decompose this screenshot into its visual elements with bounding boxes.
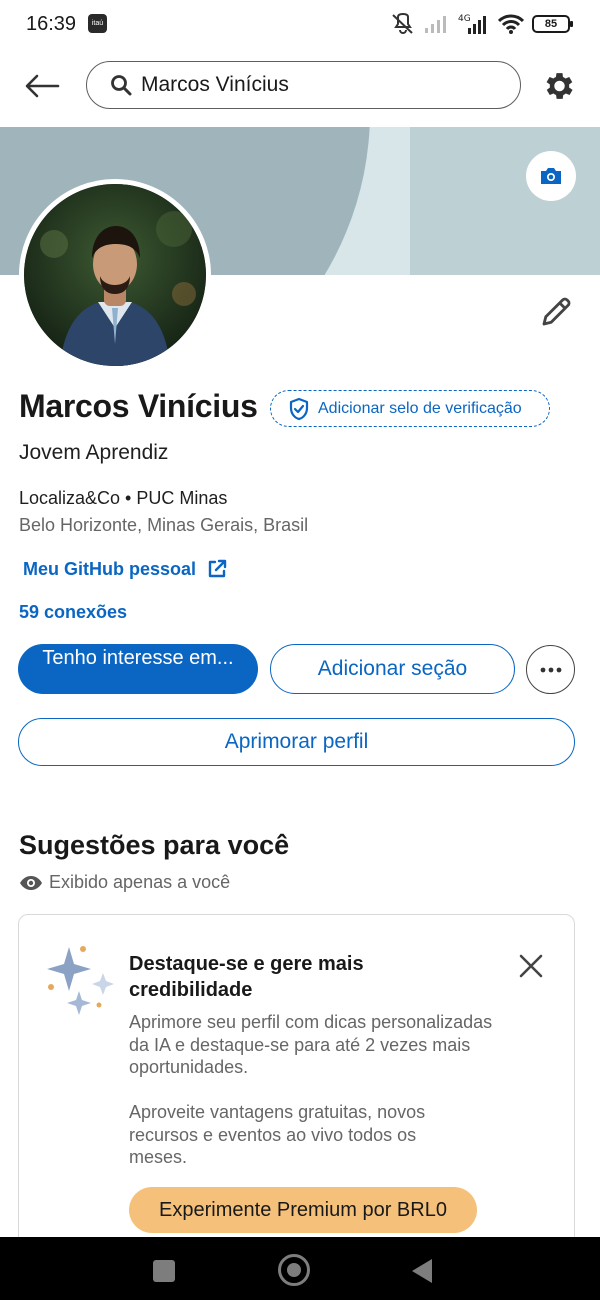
search-icon	[111, 75, 132, 96]
improve-profile-button[interactable]: Aprimorar perfil	[18, 718, 575, 766]
card-title: Destaque-se e gere mais credibilidade	[129, 953, 364, 1001]
add-verification-button[interactable]: Adicionar selo de verificação	[270, 390, 550, 427]
visibility-note: Exibido apenas a você	[19, 872, 230, 893]
card-body-1: Aprimore seu perfil com dicas personaliz…	[129, 1012, 493, 1077]
search-value: Marcos Vinícius	[141, 73, 289, 96]
profile-photo	[24, 184, 206, 366]
profile-company: Localiza&Co • PUC Minas	[19, 488, 228, 508]
profile-name: Marcos Vinícius	[19, 388, 258, 424]
profile-location: Belo Horizonte, Minas Gerais, Brasil	[19, 515, 309, 535]
avatar[interactable]	[19, 179, 211, 371]
profile-headline: Jovem Aprendiz	[19, 441, 169, 464]
signal-4g-icon: 4G	[458, 14, 486, 34]
gear-icon[interactable]	[540, 68, 576, 104]
svg-text:4G: 4G	[458, 14, 471, 24]
card-body-2: Aproveite vantagens gratuitas, novos rec…	[129, 1102, 426, 1167]
system-nav-bar	[0, 1237, 600, 1300]
more-button[interactable]	[526, 645, 575, 694]
more-dots-icon	[540, 667, 561, 672]
edit-banner-button[interactable]	[526, 151, 576, 201]
signal-weak-icon	[425, 16, 446, 33]
itau-app-icon: itaú	[88, 14, 107, 33]
sparkle-icon	[47, 946, 114, 1015]
open-to-button[interactable]: Tenho interesse em...	[18, 644, 258, 694]
back-arrow-icon	[25, 74, 60, 98]
home-button[interactable]	[278, 1254, 310, 1286]
mute-icon	[392, 13, 413, 34]
top-bar: Marcos Vinícius	[0, 56, 600, 116]
suggestions-title: Sugestões para você	[19, 830, 290, 860]
eye-icon	[20, 875, 42, 890]
shield-check-icon	[289, 397, 309, 420]
status-time: 16:39	[26, 13, 77, 35]
battery-icon: 85	[532, 15, 573, 33]
wifi-icon	[498, 14, 524, 34]
recents-button[interactable]	[153, 1260, 175, 1282]
visibility-label: Exibido apenas a você	[49, 872, 231, 892]
github-link-label: Meu GitHub pessoal	[23, 558, 197, 579]
camera-icon	[541, 168, 561, 184]
search-input[interactable]: Marcos Vinícius	[86, 61, 521, 109]
external-link-icon	[208, 559, 227, 578]
verification-label: Adicionar selo de verificação	[318, 399, 522, 417]
suggestion-card: Destaque-se e gere mais credibilidade Ap…	[18, 914, 575, 1274]
github-link[interactable]: Meu GitHub pessoal	[23, 558, 228, 580]
status-bar: 16:39 itaú 4G 85	[0, 0, 600, 48]
back-button[interactable]	[22, 66, 62, 106]
edit-pencil-icon[interactable]	[538, 294, 574, 330]
add-section-button[interactable]: Adicionar seção	[270, 644, 515, 694]
try-premium-button[interactable]: Experimente Premium por BRL0	[129, 1187, 477, 1233]
close-icon[interactable]	[516, 951, 546, 981]
status-icons: 4G 85	[390, 12, 573, 36]
connections-link[interactable]: 59 conexões	[19, 602, 127, 623]
system-back-button[interactable]	[412, 1259, 432, 1283]
